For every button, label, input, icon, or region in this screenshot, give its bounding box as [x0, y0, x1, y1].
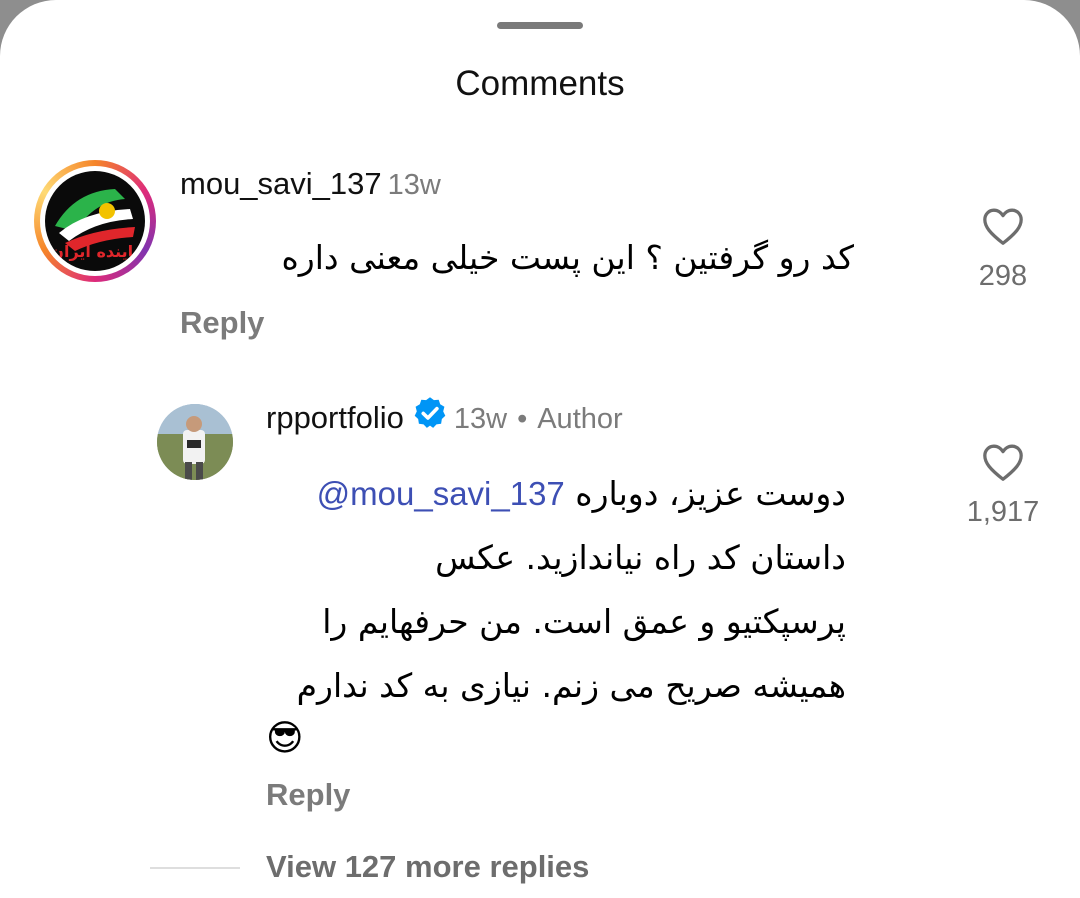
- username[interactable]: mou_savi_137: [180, 166, 382, 201]
- username[interactable]: rpportfolio: [266, 400, 404, 435]
- comments-sheet: Comments پاینده ایران mou_savi_137 13w کد…: [0, 0, 1080, 898]
- heart-icon: [983, 444, 1023, 481]
- sunglasses-emoji: 😎: [266, 717, 304, 758]
- separator-dot: •: [517, 403, 528, 435]
- sheet-title: Comments: [455, 64, 625, 103]
- mention-link[interactable]: @mou_savi_137: [317, 475, 565, 512]
- comment-header: rpportfolio 13w • Author: [266, 397, 623, 439]
- timestamp: 13w: [453, 403, 508, 435]
- comment-line-1-text: دوست عزیز، دوباره: [575, 474, 846, 513]
- author-badge: Author: [537, 403, 623, 435]
- divider: [150, 867, 240, 869]
- like-count: 1,917: [966, 496, 1040, 528]
- comment-line-4: همیشه صریح می زنم. نیازی به کد ندارم: [296, 666, 846, 705]
- comment-line-3: پرسپکتیو و عمق است. من حرفهایم را: [322, 602, 846, 641]
- comment-line-1: دوست عزیز، دوباره @mou_savi_137: [146, 462, 846, 526]
- heart-icon: [983, 208, 1023, 245]
- comment-line-2: داستان کد راه نیاندازید. عکس: [435, 538, 846, 577]
- reply-button[interactable]: Reply: [266, 777, 350, 813]
- comment-text: دوست عزیز، دوباره @mou_savi_137 داستان ک…: [146, 462, 846, 718]
- avatar-caption: پاینده ایران: [50, 242, 139, 262]
- drag-handle[interactable]: [497, 22, 583, 29]
- like-button[interactable]: 1,917: [958, 442, 1048, 529]
- timestamp: 13w: [387, 169, 441, 201]
- view-more-replies-button[interactable]: View 127 more replies: [266, 849, 589, 885]
- reply-button[interactable]: Reply: [180, 305, 264, 341]
- like-button[interactable]: 298: [958, 206, 1048, 293]
- verified-badge-icon: [412, 395, 448, 439]
- avatar-image: پاینده ایران: [45, 171, 145, 271]
- comment-header: mou_savi_137 13w: [180, 166, 441, 202]
- comment-text: کد رو گرفتین ؟ این پست خیلی معنی داره: [281, 238, 854, 277]
- like-count: 298: [978, 260, 1028, 292]
- avatar[interactable]: پاینده ایران: [34, 160, 156, 282]
